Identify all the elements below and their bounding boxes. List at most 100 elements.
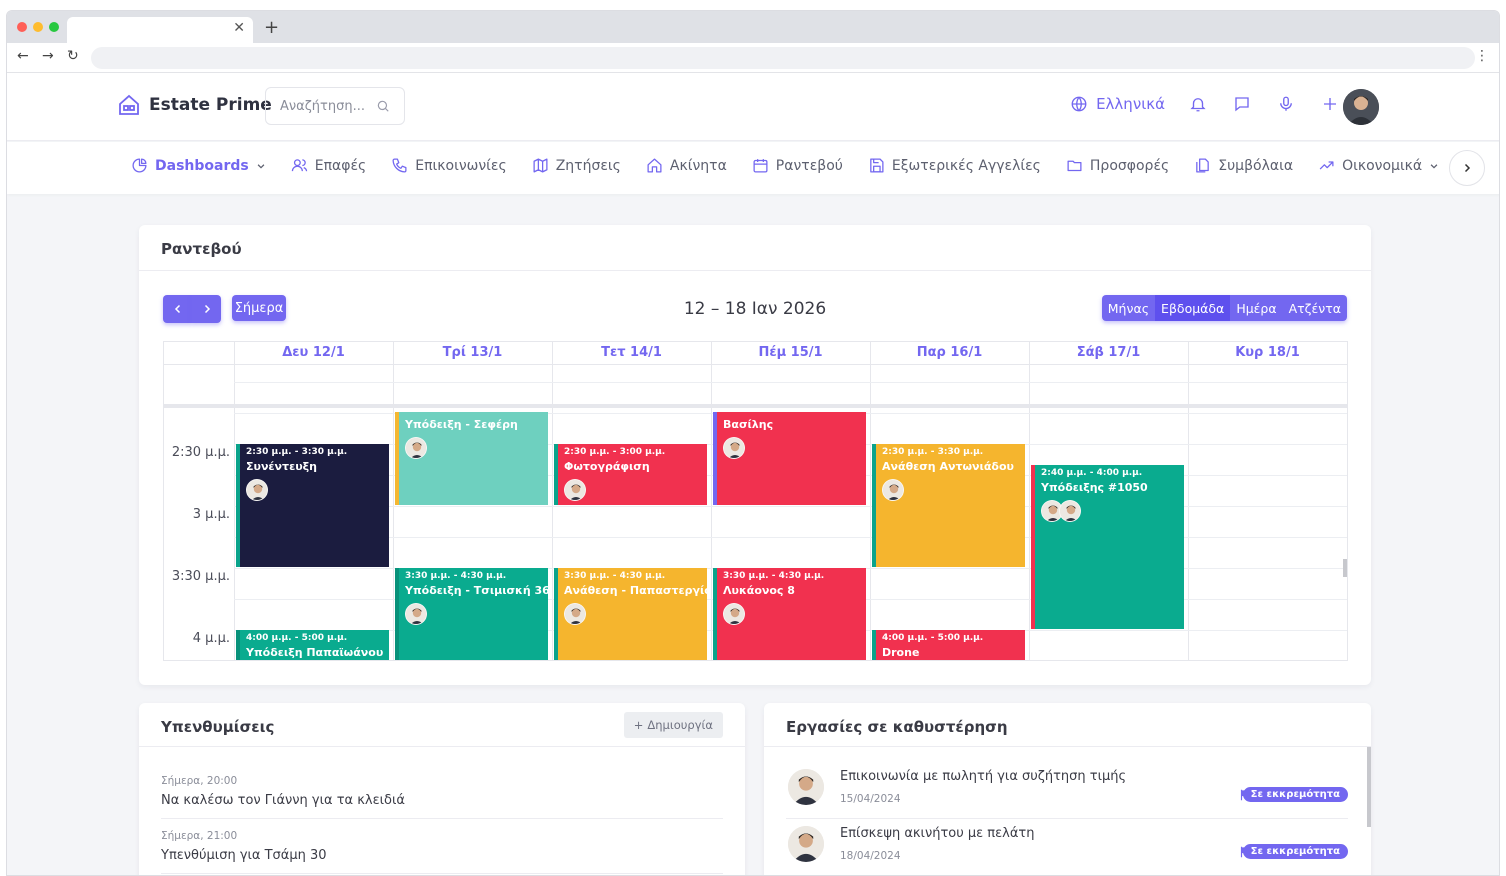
- attendee-avatar[interactable]: [1059, 499, 1081, 522]
- tasks-header: Εργασίες σε καθυστέρηση: [764, 703, 1371, 747]
- browser-menu-icon[interactable]: ⋮: [1475, 48, 1489, 64]
- event-attendees: [1041, 499, 1178, 522]
- calendar-event[interactable]: 2:30 μ.μ. - 3:30 μ.μ. Ανάθεση Αντωνιάδου: [872, 444, 1025, 567]
- event-title: Λυκάονος 8: [723, 584, 795, 597]
- chevron-down-icon: [257, 163, 265, 169]
- attendee-avatar[interactable]: [723, 603, 745, 625]
- day-header-5[interactable]: Σάβ 17/1: [1029, 342, 1188, 364]
- user-avatar[interactable]: [1343, 89, 1379, 125]
- view-button-0[interactable]: Μήνας: [1101, 295, 1156, 321]
- tab-close-icon[interactable]: ✕: [233, 20, 245, 36]
- event-attendees: [564, 479, 701, 501]
- reminder-time: Σήμερα, 21:00: [161, 830, 238, 842]
- day-header-2[interactable]: Τετ 14/1: [552, 342, 711, 364]
- reload-icon[interactable]: ↻: [67, 48, 79, 64]
- language-label: Ελληνικά: [1096, 95, 1165, 113]
- task-avatar: [788, 826, 824, 862]
- calendar-card-title: Ραντεβού: [161, 240, 242, 258]
- minimize-window-dot[interactable]: [33, 22, 43, 32]
- attendee-avatar[interactable]: [564, 479, 586, 501]
- menu-item-7[interactable]: Προσφορές: [1066, 157, 1169, 174]
- folder-icon: [1067, 160, 1082, 172]
- calendar-event[interactable]: 4:00 μ.μ. - 5:00 μ.μ. Υπόδειξη Παπαϊωάνου: [236, 630, 389, 660]
- reminder-item[interactable]: Σήμερα, 21:00 Υπενθύμιση για Τσάμη 30: [161, 830, 723, 874]
- view-button-1[interactable]: Εβδομάδα: [1155, 295, 1231, 321]
- calendar-event[interactable]: 2:30 μ.μ. - 3:30 μ.μ. Συνέντευξη: [236, 444, 389, 567]
- view-button-3[interactable]: Ατζέντα: [1282, 295, 1347, 321]
- menu-item-6[interactable]: Εξωτερικές Αγγελίες: [868, 157, 1041, 174]
- attendee-avatar[interactable]: [723, 437, 745, 459]
- attendee-avatar[interactable]: [405, 603, 427, 625]
- menu-item-9[interactable]: Οικονομικά: [1318, 157, 1439, 174]
- chat-icon[interactable]: [1231, 93, 1253, 115]
- task-title: Επικοινωνία με πωλητή για συζήτηση τιμής: [840, 769, 1127, 784]
- home-icon: [647, 158, 662, 173]
- app-logo[interactable]: Estate Prime: [117, 93, 272, 117]
- bell-icon[interactable]: [1187, 93, 1209, 115]
- menu-item-8[interactable]: Συμβόλαια: [1194, 157, 1293, 174]
- microphone-icon[interactable]: [1275, 93, 1297, 115]
- day-header-3[interactable]: Πέμ 15/1: [711, 342, 870, 364]
- create-reminder-button[interactable]: + Δημιουργία: [623, 712, 723, 738]
- menu-item-2[interactable]: Επικοινωνίες: [391, 157, 507, 174]
- menu-item-label: Επικοινωνίες: [415, 157, 507, 174]
- attendee-avatar[interactable]: [246, 479, 268, 501]
- maximize-window-dot[interactable]: [49, 22, 59, 32]
- reminder-item[interactable]: Σήμερα, 20:00 Να καλέσω τον Γιάννη για τ…: [161, 775, 723, 819]
- calendar-event[interactable]: Βασίλης: [713, 412, 866, 505]
- calendar-event[interactable]: 3:30 μ.μ. - 4:30 μ.μ. Ανάθεση - Παπαστεργ…: [554, 568, 707, 660]
- menu-next-button[interactable]: [1449, 150, 1485, 186]
- calendar-card-header: Ραντεβού: [139, 225, 1371, 271]
- attendee-avatar[interactable]: [564, 603, 586, 625]
- browser-tab[interactable]: ✕: [67, 17, 253, 43]
- language-switcher[interactable]: Ελληνικά: [1070, 95, 1165, 113]
- event-title: Υπόδειξη - Σεφέρη: [405, 418, 518, 431]
- calendar-event[interactable]: Υπόδειξη - Σεφέρη: [395, 412, 548, 505]
- attendee-avatar[interactable]: [882, 479, 904, 501]
- calendar-icon: [753, 159, 768, 173]
- tasks-scrollbar[interactable]: [1367, 747, 1371, 827]
- url-field[interactable]: [91, 47, 1475, 69]
- grid-scrollbar[interactable]: [1343, 559, 1347, 577]
- menu-item-3[interactable]: Ζητήσεις: [532, 157, 621, 174]
- task-item[interactable]: Επικοινωνία με πωλητή για συζήτηση τιμής…: [786, 763, 1348, 819]
- task-item[interactable]: Επίσκεψη ακινήτου με πελάτη 18/04/2024 Σε …: [786, 820, 1348, 875]
- search-icon: [377, 100, 389, 112]
- calendar-event[interactable]: 2:40 μ.μ. - 4:00 μ.μ. Υπόδειξης #1050: [1031, 464, 1184, 629]
- event-title: Συνέντευξη: [246, 460, 317, 473]
- menu-item-0[interactable]: Dashboards: [131, 157, 266, 174]
- event-title: Drone: [882, 646, 920, 659]
- day-header-4[interactable]: Παρ 16/1: [870, 342, 1029, 364]
- reminders-header: Υπενθυμίσεις + Δημιουργία: [139, 703, 745, 747]
- new-tab-icon[interactable]: +: [264, 17, 279, 38]
- time-label: 4 μ.μ.: [192, 631, 230, 646]
- calendar-event[interactable]: 4:00 μ.μ. - 5:00 μ.μ. Drone: [872, 630, 1025, 660]
- attendee-avatar[interactable]: [405, 437, 427, 459]
- chevron-down-icon: [1430, 163, 1438, 169]
- close-window-dot[interactable]: [17, 22, 27, 32]
- calendar-event[interactable]: 3:30 μ.μ. - 4:30 μ.μ. Υπόδειξη - Τσιμισκή…: [395, 568, 548, 660]
- menu-item-label: Ακίνητα: [669, 157, 727, 174]
- menu-item-5[interactable]: Ραντεβού: [752, 157, 843, 174]
- calendar-event[interactable]: 3:30 μ.μ. - 4:30 μ.μ. Λυκάονος 8: [713, 568, 866, 660]
- time-label: 2:30 μ.μ.: [171, 445, 230, 460]
- calendar-event[interactable]: 2:30 μ.μ. - 3:00 μ.μ. Φωτογράφιση: [554, 444, 707, 505]
- all-day-row[interactable]: [164, 364, 1347, 408]
- search-input[interactable]: Αναζήτηση...: [265, 87, 405, 125]
- day-header-1[interactable]: Τρί 13/1: [393, 342, 552, 364]
- reminder-text: Υπενθύμιση για Τσάμη 30: [161, 848, 327, 863]
- tasks-title: Εργασίες σε καθυστέρηση: [786, 718, 1008, 736]
- search-placeholder: Αναζήτηση...: [280, 98, 365, 114]
- reminder-time: Σήμερα, 20:00: [161, 775, 238, 787]
- plus-icon[interactable]: [1319, 93, 1341, 115]
- menu-item-4[interactable]: Ακίνητα: [646, 157, 727, 174]
- back-icon[interactable]: ←: [17, 48, 29, 64]
- view-button-2[interactable]: Ημέρα: [1230, 295, 1283, 321]
- day-header-6[interactable]: Κυρ 18/1: [1188, 342, 1347, 364]
- menu-item-1[interactable]: Επαφές: [291, 157, 366, 174]
- app-name: Estate Prime: [149, 95, 272, 115]
- day-header-0[interactable]: Δευ 12/1: [234, 342, 393, 364]
- pie-chart-icon: [132, 158, 147, 173]
- reminders-card: Υπενθυμίσεις + Δημιουργία Σήμερα, 20:00 …: [139, 703, 745, 875]
- forward-icon[interactable]: →: [42, 48, 54, 64]
